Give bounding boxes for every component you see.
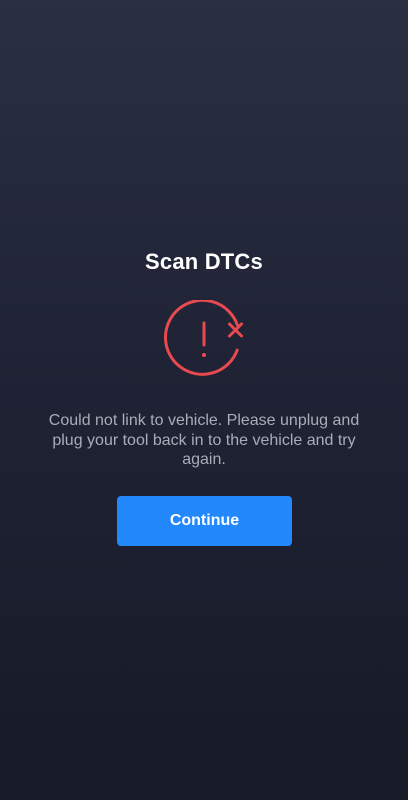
continue-button[interactable]: Continue — [117, 496, 292, 546]
page-title: Scan DTCs — [145, 249, 263, 274]
error-message: Could not link to vehicle. Please unplug… — [48, 412, 360, 468]
disconnected-alert-icon — [162, 298, 248, 386]
error-screen: Scan DTCs Could not link to vehicle. Ple… — [0, 0, 408, 800]
